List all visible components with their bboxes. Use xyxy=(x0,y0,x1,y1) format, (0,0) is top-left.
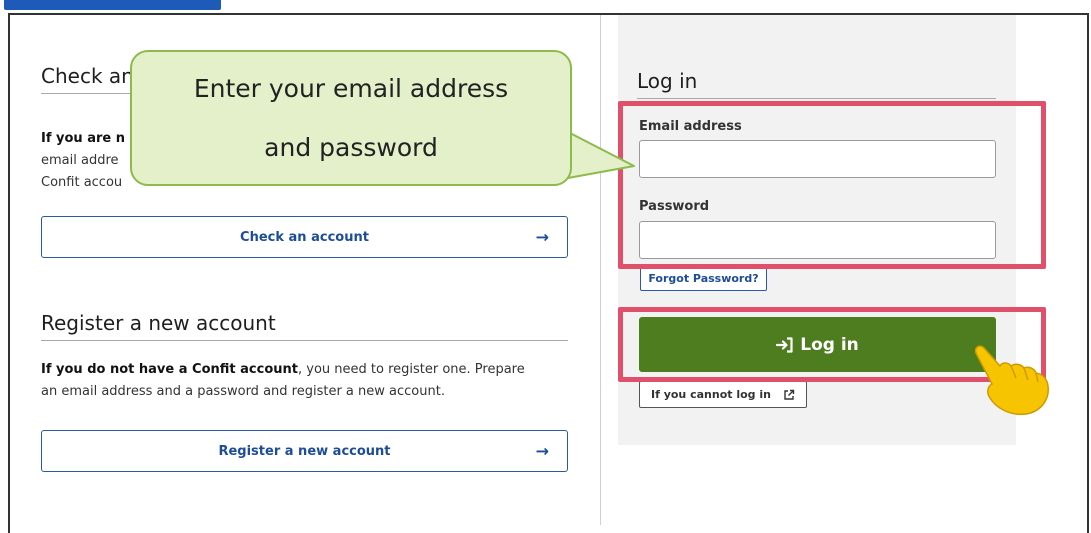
cannot-login-label: If you cannot log in xyxy=(651,388,771,401)
check-account-description: If you are n email addre Confit accou xyxy=(41,128,141,194)
check-account-button[interactable]: Check an account → xyxy=(41,216,568,258)
register-para-rest: , you need to register one. Prepare xyxy=(297,362,525,377)
arrow-right-icon: → xyxy=(535,441,549,461)
check-account-button-label: Check an account xyxy=(240,229,369,245)
login-title: Log in xyxy=(637,69,996,99)
register-account-button[interactable]: Register a new account → xyxy=(41,430,568,472)
callout-line2: and password xyxy=(264,133,438,162)
sign-in-icon xyxy=(776,336,793,353)
callout-line1: Enter your email address xyxy=(193,74,509,103)
register-account-description: If you do not have a Confit account, you… xyxy=(41,359,581,403)
forgot-password-button[interactable]: Forgot Password? xyxy=(640,266,767,291)
external-link-icon xyxy=(784,389,795,400)
arrow-right-icon: → xyxy=(535,227,549,247)
register-para-line2: an email address and a password and regi… xyxy=(41,384,445,399)
callout-pointer xyxy=(567,131,635,179)
login-button[interactable]: Log in xyxy=(639,317,996,372)
password-input[interactable] xyxy=(639,221,996,259)
check-line2: email addre xyxy=(41,153,119,168)
register-account-button-label: Register a new account xyxy=(218,443,391,459)
pointing-hand-icon xyxy=(974,345,1049,416)
top-tab-indicator xyxy=(4,0,221,10)
email-input[interactable] xyxy=(639,140,996,178)
check-intro-bold: If you are n xyxy=(41,131,125,146)
password-label: Password xyxy=(639,199,710,214)
login-button-label: Log in xyxy=(800,334,859,355)
top-strip xyxy=(0,0,1091,14)
check-line3: Confit accou xyxy=(41,175,123,190)
register-para-bold: If you do not have a Confit account xyxy=(41,362,298,377)
callout-bubble xyxy=(130,50,572,186)
register-account-title: Register a new account xyxy=(41,311,568,341)
cannot-login-link[interactable]: If you cannot log in xyxy=(639,381,807,408)
